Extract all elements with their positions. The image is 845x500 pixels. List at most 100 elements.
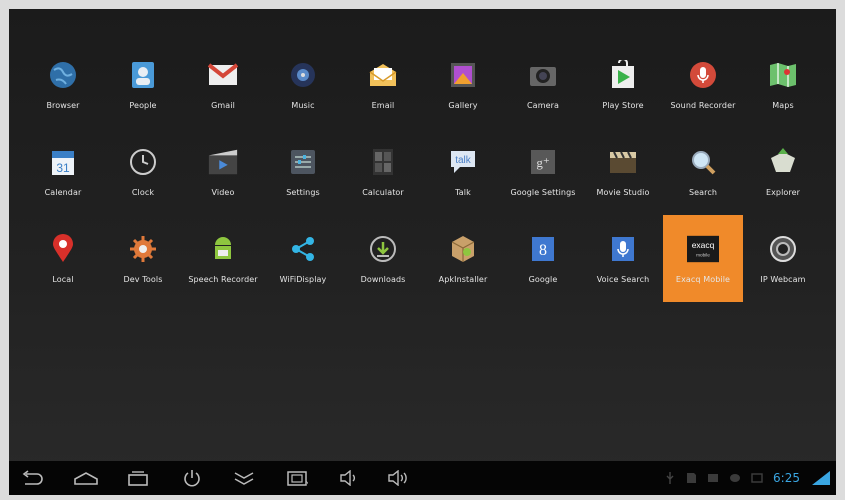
home-icon [74,472,98,485]
android-robot-icon [207,233,239,265]
app-label: Calculator [362,188,404,197]
chat-icon [730,474,741,482]
app-label: Video [211,188,235,197]
app-label: Browser [46,101,80,110]
app-sound-recorder[interactable]: Sound Recorder [663,47,743,134]
app-label: Speech Recorder [188,275,258,284]
svg-text:talk: talk [455,155,472,166]
email-icon [367,59,399,91]
app-label: Settings [286,188,320,197]
settings-icon [287,146,319,178]
app-label: Sound Recorder [670,101,736,110]
calendar-icon: 31 [47,146,79,178]
app-browser[interactable]: Browser [23,47,103,134]
maps-icon [767,59,799,91]
sd-card-icon [687,473,697,483]
app-talk[interactable]: talk Talk [423,134,503,221]
volume-up-button[interactable] [385,467,415,489]
app-exacq-mobile[interactable]: exacq mobile Exacq Mobile [663,215,743,302]
download-icon [367,233,399,265]
status-area[interactable]: 6:25 [665,467,832,489]
screenshot-icon [287,471,308,486]
app-play-store[interactable]: Play Store [583,47,663,134]
app-calendar[interactable]: 31 Calendar [23,134,103,221]
app-label: Talk [455,188,471,197]
collapse-icon [234,472,254,485]
gmail-icon [207,59,239,91]
volume-up-icon [388,470,407,486]
android-screen: Browser People Gmail Music Email Gallery Camer… [9,9,836,495]
app-calculator[interactable]: Calculator [343,134,423,221]
app-label: Play Store [602,101,644,110]
clapperboard-icon [607,146,639,178]
app-gmail[interactable]: Gmail [183,47,263,134]
navigation-bar: 6:25 [9,461,836,495]
app-label: ApkInstaller [438,275,488,284]
app-voice-search[interactable]: Voice Search [583,221,663,308]
app-gallery[interactable]: Gallery [423,47,503,134]
google-settings-icon: g⁺ [527,146,559,178]
clock-icon [127,146,159,178]
app-label: Camera [527,101,559,110]
explorer-icon [767,146,799,178]
home-button[interactable] [71,467,101,489]
app-downloads[interactable]: Downloads [343,221,423,308]
app-settings[interactable]: Settings [263,134,343,221]
app-speech-recorder[interactable]: Speech Recorder [183,221,263,308]
volume-down-button[interactable] [335,467,365,489]
map-pin-icon [47,233,79,265]
music-icon [287,59,319,91]
package-icon [447,233,479,265]
app-label: Movie Studio [596,188,650,197]
app-apkinstaller[interactable]: ApkInstaller [423,221,503,308]
app-label: Google [528,275,558,284]
app-label: Music [291,101,315,110]
app-ip-webcam[interactable]: IP Webcam [743,221,823,308]
app-label: IP Webcam [760,275,806,284]
app-maps[interactable]: Maps [743,47,823,134]
svg-text:31: 31 [56,161,70,175]
screenshot-button[interactable] [282,467,312,489]
app-local[interactable]: Local [23,221,103,308]
share-icon [287,233,319,265]
app-label: Downloads [360,275,406,284]
recent-apps-icon [128,471,148,486]
app-label: People [129,101,157,110]
app-google[interactable]: 8 Google [503,221,583,308]
app-label: Explorer [765,188,801,197]
app-wifidisplay[interactable]: WiFiDisplay [263,221,343,308]
dev-tools-gear-icon [127,233,159,265]
talk-icon: talk [447,146,479,178]
app-drawer: Browser People Gmail Music Email Gallery Camer… [23,47,823,308]
back-button[interactable] [17,467,47,489]
play-store-icon [607,59,639,91]
app-camera[interactable]: Camera [503,47,583,134]
webcam-icon [767,233,799,265]
app-label: Calendar [44,188,82,197]
app-google-settings[interactable]: g⁺ Google Settings [503,134,583,221]
usb-icon [666,472,674,484]
app-label: Voice Search [596,275,650,284]
app-label: Dev Tools [123,275,163,284]
app-label: Search [688,188,718,197]
app-label: WiFiDisplay [279,275,327,284]
app-video[interactable]: Video [183,134,263,221]
app-clock[interactable]: Clock [103,134,183,221]
app-explorer[interactable]: Explorer [743,134,823,221]
app-dev-tools[interactable]: Dev Tools [103,221,183,308]
google-icon: 8 [527,233,559,265]
app-label: Gallery [448,101,478,110]
clock-time: 6:25 [773,471,800,485]
signal-icon [812,471,830,485]
app-search[interactable]: Search [663,134,743,221]
power-button[interactable] [177,467,207,489]
collapse-button[interactable] [229,467,259,489]
app-movie-studio[interactable]: Movie Studio [583,134,663,221]
app-label: Gmail [211,101,235,110]
video-icon [207,146,239,178]
app-label: Email [371,101,395,110]
recent-apps-button[interactable] [123,467,153,489]
app-email[interactable]: Email [343,47,423,134]
app-people[interactable]: People [103,47,183,134]
app-music[interactable]: Music [263,47,343,134]
